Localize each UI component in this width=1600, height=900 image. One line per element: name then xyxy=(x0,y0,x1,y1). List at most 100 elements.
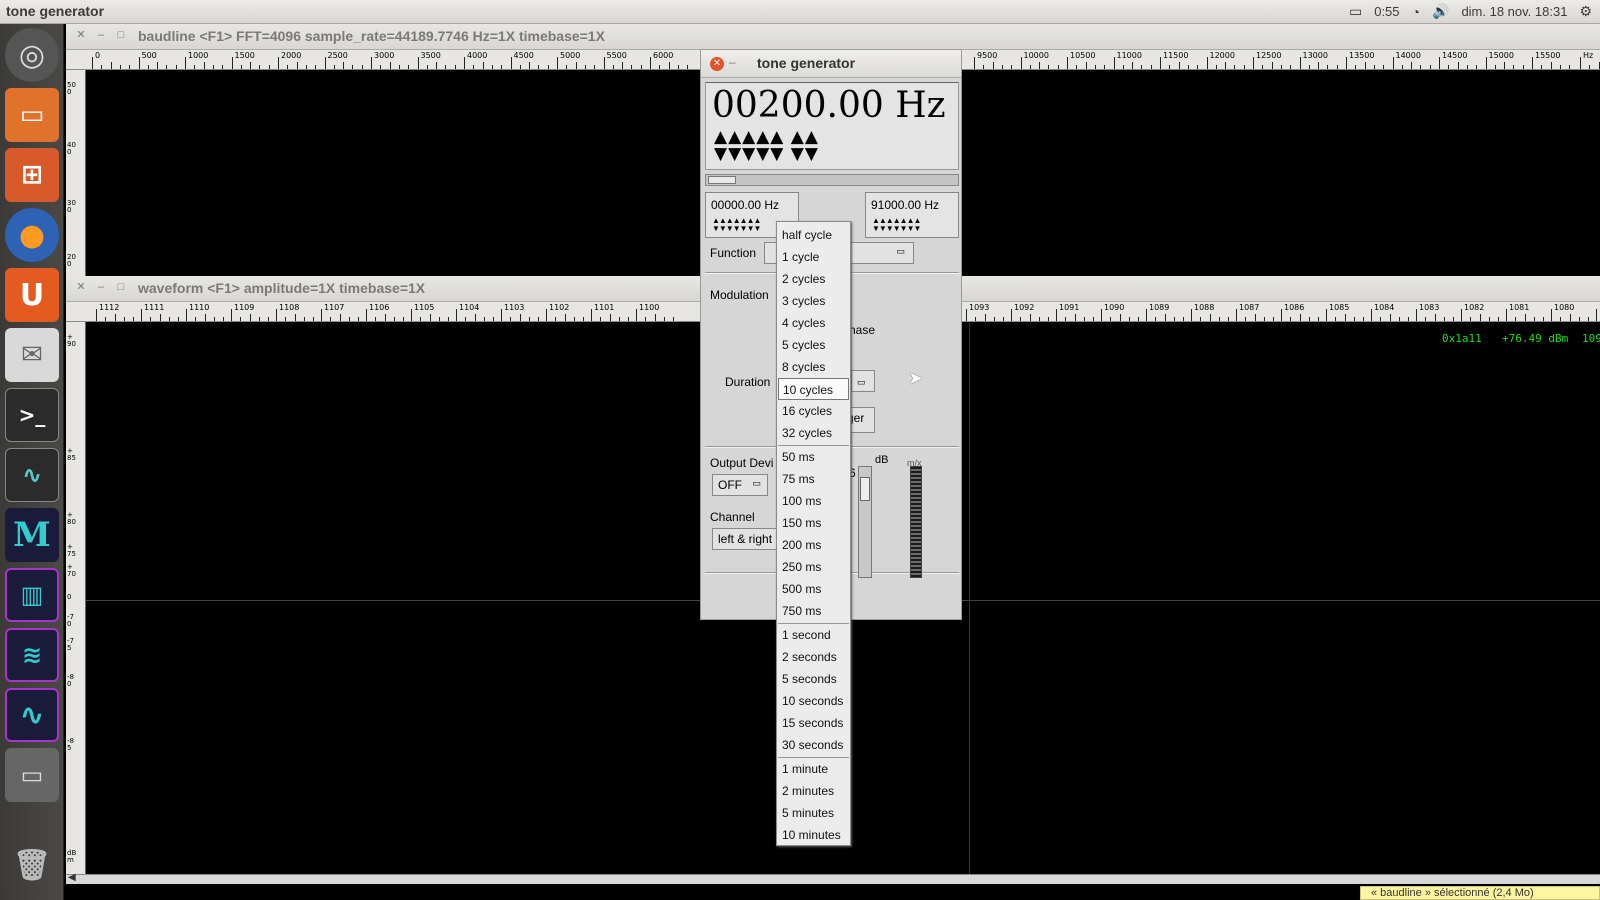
high-frequency-steppers[interactable]: ▲▲▲▲▲▲▲ ▼▼▼▼▼▼▼ xyxy=(872,217,921,233)
horizontal-scrollbar[interactable]: ◀ xyxy=(66,872,1600,884)
ruler-tick xyxy=(591,309,592,321)
duration-menu[interactable]: half cycle 1 cycle 2 cycles 3 cycles 4 cycle… xyxy=(776,221,851,846)
menu-item-4-cycles[interactable]: 4 cycles xyxy=(782,312,825,334)
menu-item-8-cycles[interactable]: 8 cycles xyxy=(782,356,825,378)
close-icon[interactable]: ✕ xyxy=(74,28,88,42)
baudline-icon[interactable]: ∿ xyxy=(5,688,59,742)
ruler-minor-tick xyxy=(1254,314,1256,321)
volume-icon[interactable]: 🔊 xyxy=(1432,3,1449,20)
audio-tool-icon[interactable]: ▥ xyxy=(5,568,59,622)
menu-item-2-seconds[interactable]: 2 seconds xyxy=(782,646,837,668)
ruler-tick xyxy=(1191,309,1192,321)
low-frequency-steppers[interactable]: ▲▲▲▲▲▲▲ ▼▼▼▼▼▼▼ xyxy=(712,217,761,233)
menu-item-75-ms[interactable]: 75 ms xyxy=(782,468,815,490)
ruler-minor-tick xyxy=(538,65,540,69)
minimize-icon[interactable]: – xyxy=(94,28,108,42)
menu-item-150-ms[interactable]: 150 ms xyxy=(782,512,821,534)
terminal-icon[interactable]: >_ xyxy=(5,388,59,442)
menu-item-3-cycles[interactable]: 3 cycles xyxy=(782,290,825,312)
menu-item-250-ms[interactable]: 250 ms xyxy=(782,556,821,578)
menu-item-32-cycles[interactable]: 32 cycles xyxy=(782,422,832,444)
ruler-tick-label: 11000 xyxy=(1116,51,1142,60)
ruler-minor-tick xyxy=(1524,314,1526,321)
menu-item-200-ms[interactable]: 200 ms xyxy=(782,534,821,556)
scroll-left-icon[interactable]: ◀ xyxy=(68,872,76,883)
menu-item-5-seconds[interactable]: 5 seconds xyxy=(782,668,837,690)
menu-item-15-seconds[interactable]: 15 seconds xyxy=(782,712,843,734)
menu-item-5-cycles[interactable]: 5 cycles xyxy=(782,334,825,356)
slider-knob[interactable] xyxy=(708,176,736,184)
battery-icon[interactable]: ▭ xyxy=(1349,3,1362,20)
baudline-titlebar[interactable]: ✕ – □ baudline <F1> FFT=4096 sample_rate… xyxy=(66,24,1600,50)
menu-item-1-minute[interactable]: 1 minute xyxy=(782,758,828,780)
vruler-tick-label: +85 xyxy=(67,447,76,462)
ruler-minor-tick xyxy=(204,314,206,321)
ruler-minor-tick xyxy=(1364,62,1366,69)
maximize-icon[interactable]: □ xyxy=(114,280,128,294)
ruler-tick xyxy=(1346,57,1347,69)
level-slider[interactable] xyxy=(858,466,872,578)
menu-item-750-ms[interactable]: 750 ms xyxy=(782,600,821,622)
output-device-dropdown[interactable]: OFF ▭ xyxy=(712,474,768,496)
ruler-minor-tick xyxy=(375,317,377,321)
firefox-icon[interactable]: ● xyxy=(5,208,59,262)
level-slider-knob[interactable] xyxy=(860,477,870,501)
menu-item-1-cycle[interactable]: 1 cycle xyxy=(782,246,819,268)
menu-item-10-minutes[interactable]: 10 minutes xyxy=(782,824,841,846)
dialog-titlebar[interactable]: ✕ – tone generator xyxy=(701,50,961,78)
menu-item-2-cycles[interactable]: 2 cycles xyxy=(782,268,825,290)
ruler-tick xyxy=(650,57,651,69)
ruler-minor-tick xyxy=(105,317,107,321)
menu-item-10-cycles[interactable]: 10 cycles xyxy=(778,378,849,400)
menu-item-30-seconds[interactable]: 30 seconds xyxy=(782,734,843,756)
maximize-icon[interactable]: □ xyxy=(114,28,128,42)
menu-item-50-ms[interactable]: 50 ms xyxy=(782,446,815,468)
files-icon[interactable]: ▭ xyxy=(5,88,59,142)
frequency-down-arrows[interactable]: ▼▼▼▼▼ ▼▼ xyxy=(714,146,819,163)
close-icon[interactable]: ✕ xyxy=(74,280,88,294)
ruler-minor-tick xyxy=(408,65,410,69)
ruler-minor-tick xyxy=(1263,317,1265,321)
menu-item-100-ms[interactable]: 100 ms xyxy=(782,490,821,512)
ubuntu-one-icon[interactable]: U xyxy=(5,268,59,322)
ruler-tick xyxy=(1506,309,1507,321)
menu-item-half-cycle[interactable]: half cycle xyxy=(782,224,832,246)
high-down-arrows[interactable]: ▼▼▼▼▼▼▼ xyxy=(872,225,921,233)
frequency-steppers[interactable]: ▲▲▲▲▲ ▲▲ ▼▼▼▼▼ ▼▼ xyxy=(714,129,819,163)
battery-time[interactable]: 0:55 xyxy=(1374,4,1399,19)
maxima-icon[interactable]: M xyxy=(5,508,59,562)
menu-item-2-minutes[interactable]: 2 minutes xyxy=(782,780,834,802)
menu-item-10-seconds[interactable]: 10 seconds xyxy=(782,690,843,712)
ruler-minor-tick xyxy=(573,317,575,321)
trash-icon[interactable]: 🗑 xyxy=(5,838,59,892)
gear-icon[interactable]: ⚙ xyxy=(1579,3,1592,20)
mail-icon[interactable]: ✉ xyxy=(5,328,59,382)
channel-dropdown[interactable]: left & right xyxy=(712,528,778,550)
frequency-slider[interactable] xyxy=(705,174,959,186)
ruler-minor-tick xyxy=(631,65,633,69)
dash-home-icon[interactable]: ◎ xyxy=(5,28,59,82)
menu-item-16-cycles[interactable]: 16 cycles xyxy=(782,400,832,422)
ruler-minor-tick xyxy=(333,65,335,69)
menu-item-500-ms[interactable]: 500 ms xyxy=(782,578,821,600)
minimize-icon[interactable]: – xyxy=(729,55,736,69)
ruler-minor-tick xyxy=(1355,65,1357,69)
menu-item-5-minutes[interactable]: 5 minutes xyxy=(782,802,834,824)
software-center-icon[interactable]: ⊞ xyxy=(5,148,59,202)
wifi-icon[interactable]: ◔ xyxy=(1412,4,1420,20)
ruler-minor-tick xyxy=(663,317,665,321)
ruler-minor-tick xyxy=(315,65,317,69)
minimize-icon[interactable]: – xyxy=(94,280,108,294)
duration-dropdown-button[interactable]: ▭ xyxy=(851,370,875,392)
menu-item-1-second[interactable]: 1 second xyxy=(782,624,831,646)
workspace-switcher-icon[interactable]: ▭ xyxy=(5,748,59,802)
ruler-minor-tick xyxy=(1466,65,1468,69)
low-down-arrows[interactable]: ▼▼▼▼▼▼▼ xyxy=(712,225,761,233)
ruler-minor-tick xyxy=(1083,317,1085,321)
clock[interactable]: dim. 18 nov. 18:31 xyxy=(1461,4,1567,19)
dialog-title: tone generator xyxy=(757,55,856,71)
waveform-tool-icon[interactable]: ≋ xyxy=(5,628,59,682)
system-monitor-icon[interactable]: ∿ xyxy=(5,448,59,502)
ruler-tick xyxy=(1206,57,1208,69)
close-icon[interactable]: ✕ xyxy=(710,57,724,71)
